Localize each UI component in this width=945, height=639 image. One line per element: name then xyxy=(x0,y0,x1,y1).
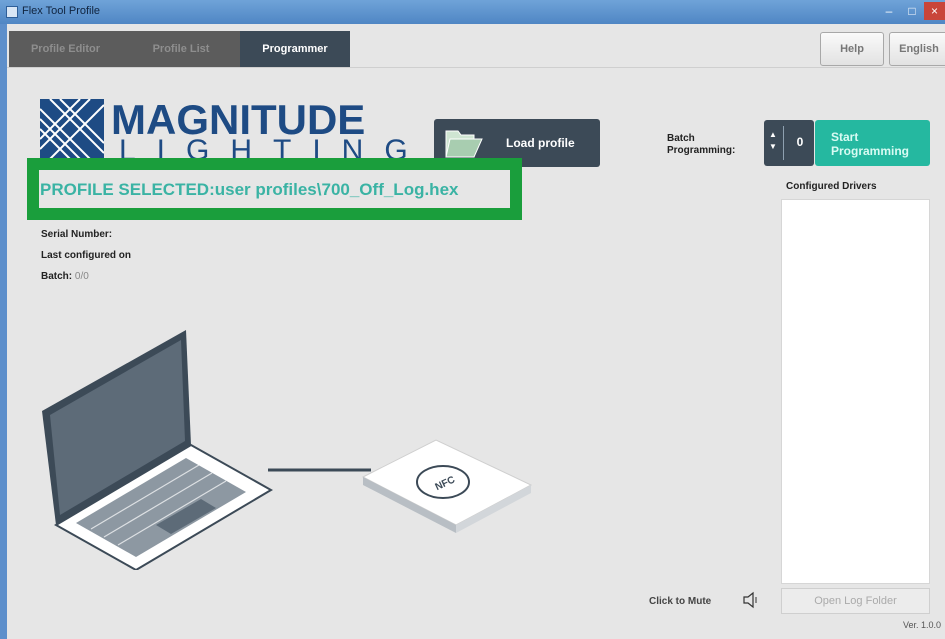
minimize-button[interactable]: – xyxy=(878,2,900,20)
tab-profile-list[interactable]: Profile List xyxy=(122,31,240,67)
version-label: Ver. 1.0.0 xyxy=(903,620,942,630)
speaker-icon[interactable] xyxy=(741,590,761,610)
batch-programming-label: Batch Programming: xyxy=(667,133,736,156)
batch-count-stepper[interactable]: ▲ ▼ 0 xyxy=(764,120,814,166)
batch-count-value: 0 xyxy=(796,135,804,149)
close-button[interactable]: × xyxy=(924,2,945,20)
start-programming-button[interactable]: Start Programming xyxy=(815,120,930,166)
serial-number-label: Serial Number: xyxy=(41,229,113,240)
configured-drivers-title: Configured Drivers xyxy=(786,181,877,192)
window-frame xyxy=(0,24,7,639)
language-button[interactable]: English xyxy=(889,32,945,66)
tab-profile-editor[interactable]: Profile Editor xyxy=(9,31,122,67)
tab-programmer[interactable]: Programmer xyxy=(240,31,350,67)
click-to-mute-label[interactable]: Click to Mute xyxy=(649,596,711,607)
batch-info: Batch: 0/0 xyxy=(41,271,89,282)
profile-selected-text: PROFILE SELECTED:user profiles\700_Off_L… xyxy=(40,180,459,199)
folder-icon xyxy=(445,130,483,158)
app-icon xyxy=(6,6,18,18)
title-bar: Flex Tool Profile – □ × xyxy=(0,0,945,24)
stepper-arrows-icon[interactable]: ▲ ▼ xyxy=(767,129,779,157)
stepper-divider xyxy=(783,126,784,160)
open-log-folder-button[interactable]: Open Log Folder xyxy=(781,588,930,614)
laptop-icon xyxy=(42,325,273,570)
configured-drivers-list[interactable] xyxy=(781,199,930,584)
logo-mark xyxy=(40,99,104,159)
help-button[interactable]: Help xyxy=(820,32,884,66)
maximize-button[interactable]: □ xyxy=(901,2,923,20)
nfc-reader-icon: NFC xyxy=(361,439,533,533)
window-title: Flex Tool Profile xyxy=(22,5,101,17)
load-profile-label: Load profile xyxy=(506,136,575,150)
laptop-nfc-illustration: NFC xyxy=(42,325,533,570)
last-configured-label: Last configured on xyxy=(41,250,131,261)
